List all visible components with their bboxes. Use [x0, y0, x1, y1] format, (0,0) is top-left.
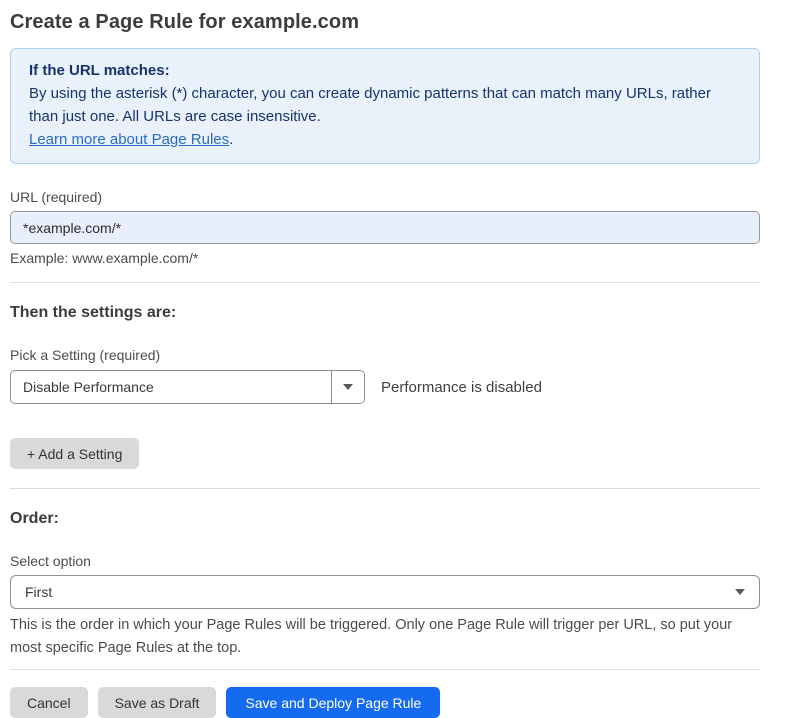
setting-select-arrow-button[interactable]	[331, 371, 364, 403]
url-example-text: Example: www.example.com/*	[10, 250, 760, 266]
setting-select-value: Disable Performance	[11, 371, 331, 403]
add-setting-button[interactable]: + Add a Setting	[10, 438, 139, 469]
url-match-info-callout: If the URL matches: By using the asteris…	[10, 48, 760, 164]
url-input[interactable]	[10, 211, 760, 244]
setting-picker-label: Pick a Setting (required)	[10, 347, 760, 363]
form-actions: Cancel Save as Draft Save and Deploy Pag…	[10, 687, 760, 718]
order-help-text: This is the order in which your Page Rul…	[10, 614, 760, 660]
setting-select[interactable]: Disable Performance	[10, 370, 365, 404]
section-divider	[10, 669, 760, 670]
order-select-label: Select option	[10, 553, 760, 569]
setting-row: Disable Performance Performance is disab…	[10, 370, 760, 404]
info-callout-heading: If the URL matches:	[29, 59, 741, 82]
cancel-button[interactable]: Cancel	[10, 687, 88, 718]
link-suffix: .	[229, 131, 233, 148]
order-select-value: First	[25, 584, 52, 600]
section-divider	[10, 282, 760, 283]
section-divider	[10, 488, 760, 489]
save-and-deploy-button[interactable]: Save and Deploy Page Rule	[226, 687, 440, 718]
setting-status-text: Performance is disabled	[381, 379, 542, 396]
settings-section-heading: Then the settings are:	[10, 304, 760, 322]
page-rule-form: Create a Page Rule for example.com If th…	[10, 0, 760, 718]
caret-down-icon	[735, 589, 745, 595]
order-select[interactable]: First	[10, 575, 760, 609]
info-callout-body: By using the asterisk (*) character, you…	[29, 82, 741, 128]
caret-down-icon	[343, 384, 353, 390]
learn-more-link[interactable]: Learn more about Page Rules	[29, 131, 229, 148]
url-field-label: URL (required)	[10, 189, 760, 205]
page-title: Create a Page Rule for example.com	[10, 0, 760, 34]
save-as-draft-button[interactable]: Save as Draft	[98, 687, 217, 718]
info-callout-link-line: Learn more about Page Rules.	[29, 128, 741, 151]
order-section-heading: Order:	[10, 510, 760, 528]
